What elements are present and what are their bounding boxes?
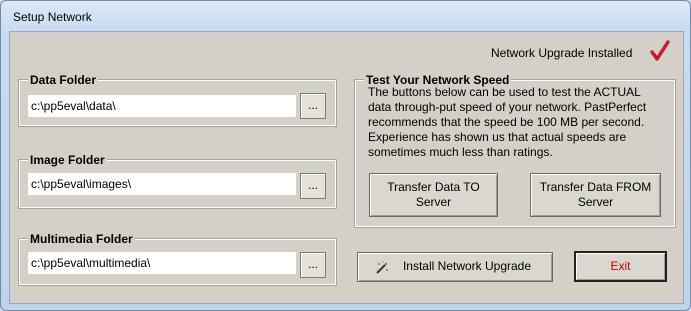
multimedia-folder-input[interactable] [28, 252, 296, 274]
setup-network-window: Setup Network Network Upgrade Installed … [0, 0, 691, 311]
wand-icon [376, 261, 388, 274]
data-folder-group: Data Folder ... [18, 73, 337, 127]
transfer-to-server-button[interactable]: Transfer Data TO Server [369, 173, 498, 217]
multimedia-folder-label: Multimedia Folder [28, 232, 135, 246]
install-network-upgrade-button[interactable]: Install Network Upgrade [357, 252, 553, 282]
data-folder-browse-button[interactable]: ... [300, 93, 326, 119]
multimedia-folder-browse-button[interactable]: ... [300, 252, 326, 278]
image-folder-label: Image Folder [28, 153, 107, 167]
exit-label: Exit [610, 259, 631, 273]
image-folder-group: Image Folder ... [18, 153, 337, 209]
transfer-to-server-label: Transfer Data TO Server [387, 180, 480, 209]
network-speed-group: Test Your Network Speed The buttons belo… [354, 73, 676, 228]
network-speed-description: The buttons below can be used to test th… [368, 85, 647, 159]
data-folder-input[interactable] [28, 95, 296, 117]
transfer-from-server-label: Transfer Data FROM Server [539, 180, 652, 209]
image-folder-input[interactable] [28, 173, 296, 195]
exit-button[interactable]: Exit [574, 251, 667, 282]
dialog-body: Network Upgrade Installed Data Folder ..… [9, 31, 684, 304]
upgrade-status-text: Network Upgrade Installed [491, 46, 633, 60]
checkmark-icon [650, 40, 670, 61]
title-bar[interactable]: Setup Network [1, 1, 690, 31]
image-folder-browse-button[interactable]: ... [300, 173, 326, 199]
window-title: Setup Network [13, 10, 92, 24]
transfer-from-server-button[interactable]: Transfer Data FROM Server [530, 173, 661, 217]
multimedia-folder-group: Multimedia Folder ... [18, 232, 337, 286]
data-folder-label: Data Folder [28, 73, 99, 87]
install-network-upgrade-label: Install Network Upgrade [402, 259, 532, 273]
